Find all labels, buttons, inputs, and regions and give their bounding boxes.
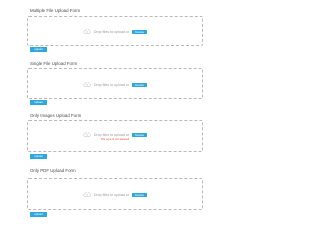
form-title: Multiple File Upload Form xyxy=(30,8,81,13)
drop-zone[interactable]: Drop files to upload or browse File type… xyxy=(27,120,203,152)
form-title: Single File Upload Form xyxy=(30,61,78,66)
drop-row: Drop files to upload or browse xyxy=(28,82,202,87)
cloud-upload-icon xyxy=(83,192,91,197)
error-message: File type is not allowed xyxy=(100,137,130,141)
form-title: Only Images Upload Form xyxy=(30,113,82,118)
drop-zone[interactable]: Drop files to upload or browse xyxy=(27,68,203,99)
browse-button[interactable]: browse xyxy=(132,29,148,34)
images-upload-form: Only Images Upload Form Drop files to up… xyxy=(27,113,203,161)
cloud-upload-icon xyxy=(83,82,91,87)
pdf-upload-form: Only PDF Upload Form Drop files to uploa… xyxy=(27,168,203,218)
cloud-upload-icon xyxy=(83,29,91,34)
drop-instructions: Drop files to upload or xyxy=(93,192,130,197)
cloud-upload-icon xyxy=(83,132,91,137)
form-title: Only PDF Upload Form xyxy=(30,168,76,173)
upload-button[interactable]: upload xyxy=(30,100,47,105)
drop-instructions: Drop files to upload or xyxy=(93,82,130,87)
multiple-upload-form: Multiple File Upload Form Drop files to … xyxy=(27,8,203,53)
drop-row: Drop files to upload or browse xyxy=(28,29,202,34)
upload-button[interactable]: upload xyxy=(30,212,47,217)
drop-row: Drop files to upload or browse xyxy=(28,192,202,197)
upload-button[interactable]: upload xyxy=(30,47,47,52)
drop-zone[interactable]: Drop files to upload or browse xyxy=(27,178,203,210)
single-upload-form: Single File Upload Form Drop files to up… xyxy=(27,61,203,107)
upload-button[interactable]: upload xyxy=(30,154,47,159)
browse-button[interactable]: browse xyxy=(132,82,148,87)
drop-instructions: Drop files to upload or xyxy=(93,132,130,137)
browse-button[interactable]: browse xyxy=(132,132,148,137)
drop-instructions: Drop files to upload or xyxy=(93,29,130,34)
browse-button[interactable]: browse xyxy=(132,192,148,197)
upload-forms-page: Multiple File Upload Form Drop files to … xyxy=(0,0,229,221)
drop-zone[interactable]: Drop files to upload or browse xyxy=(27,16,203,46)
